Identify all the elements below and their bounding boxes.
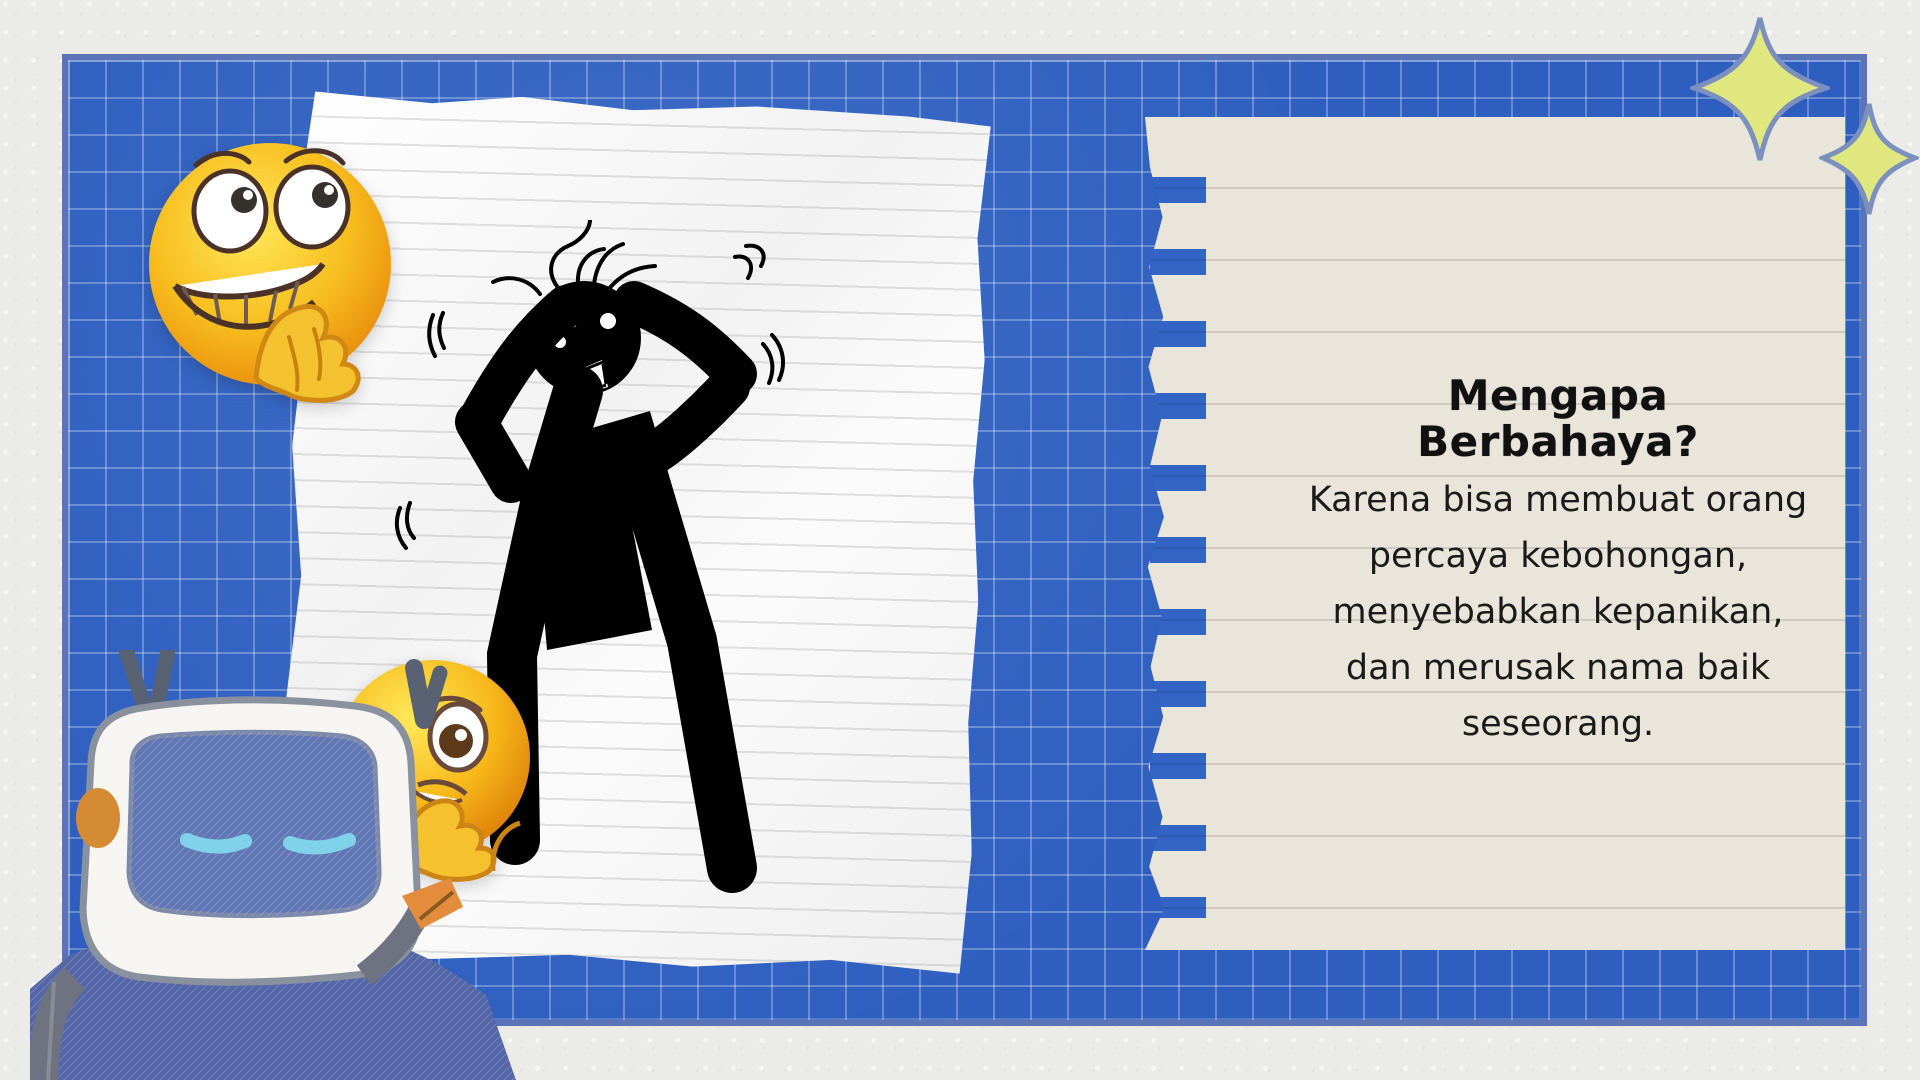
description-line-2: percaya kebohongan, <box>1368 536 1748 577</box>
slide: Mengapa Berbahaya? Karena bisa membuat o… <box>0 0 1920 1080</box>
text-card-content: Mengapa Berbahaya? Karena bisa membuat o… <box>1307 371 1809 752</box>
robot-illustration <box>30 650 516 1080</box>
description-line-5: seseorang. <box>1461 704 1655 745</box>
grimacing-emoji <box>149 143 391 403</box>
notebook-card: Mengapa Berbahaya? Karena bisa membuat o… <box>1145 117 1845 950</box>
sparkle-icon <box>1819 103 1919 215</box>
sparkle-icon <box>1690 17 1830 161</box>
description-line-3: menyebabkan kepanikan, <box>1332 592 1784 633</box>
description-line-1: Karena bisa membuat orang <box>1308 480 1808 521</box>
slide-description: Karena bisa membuat orang percaya keboho… <box>1307 472 1809 752</box>
description-line-4: dan merusak nama baik <box>1345 648 1771 689</box>
slide-title: Mengapa Berbahaya? <box>1417 371 1699 467</box>
